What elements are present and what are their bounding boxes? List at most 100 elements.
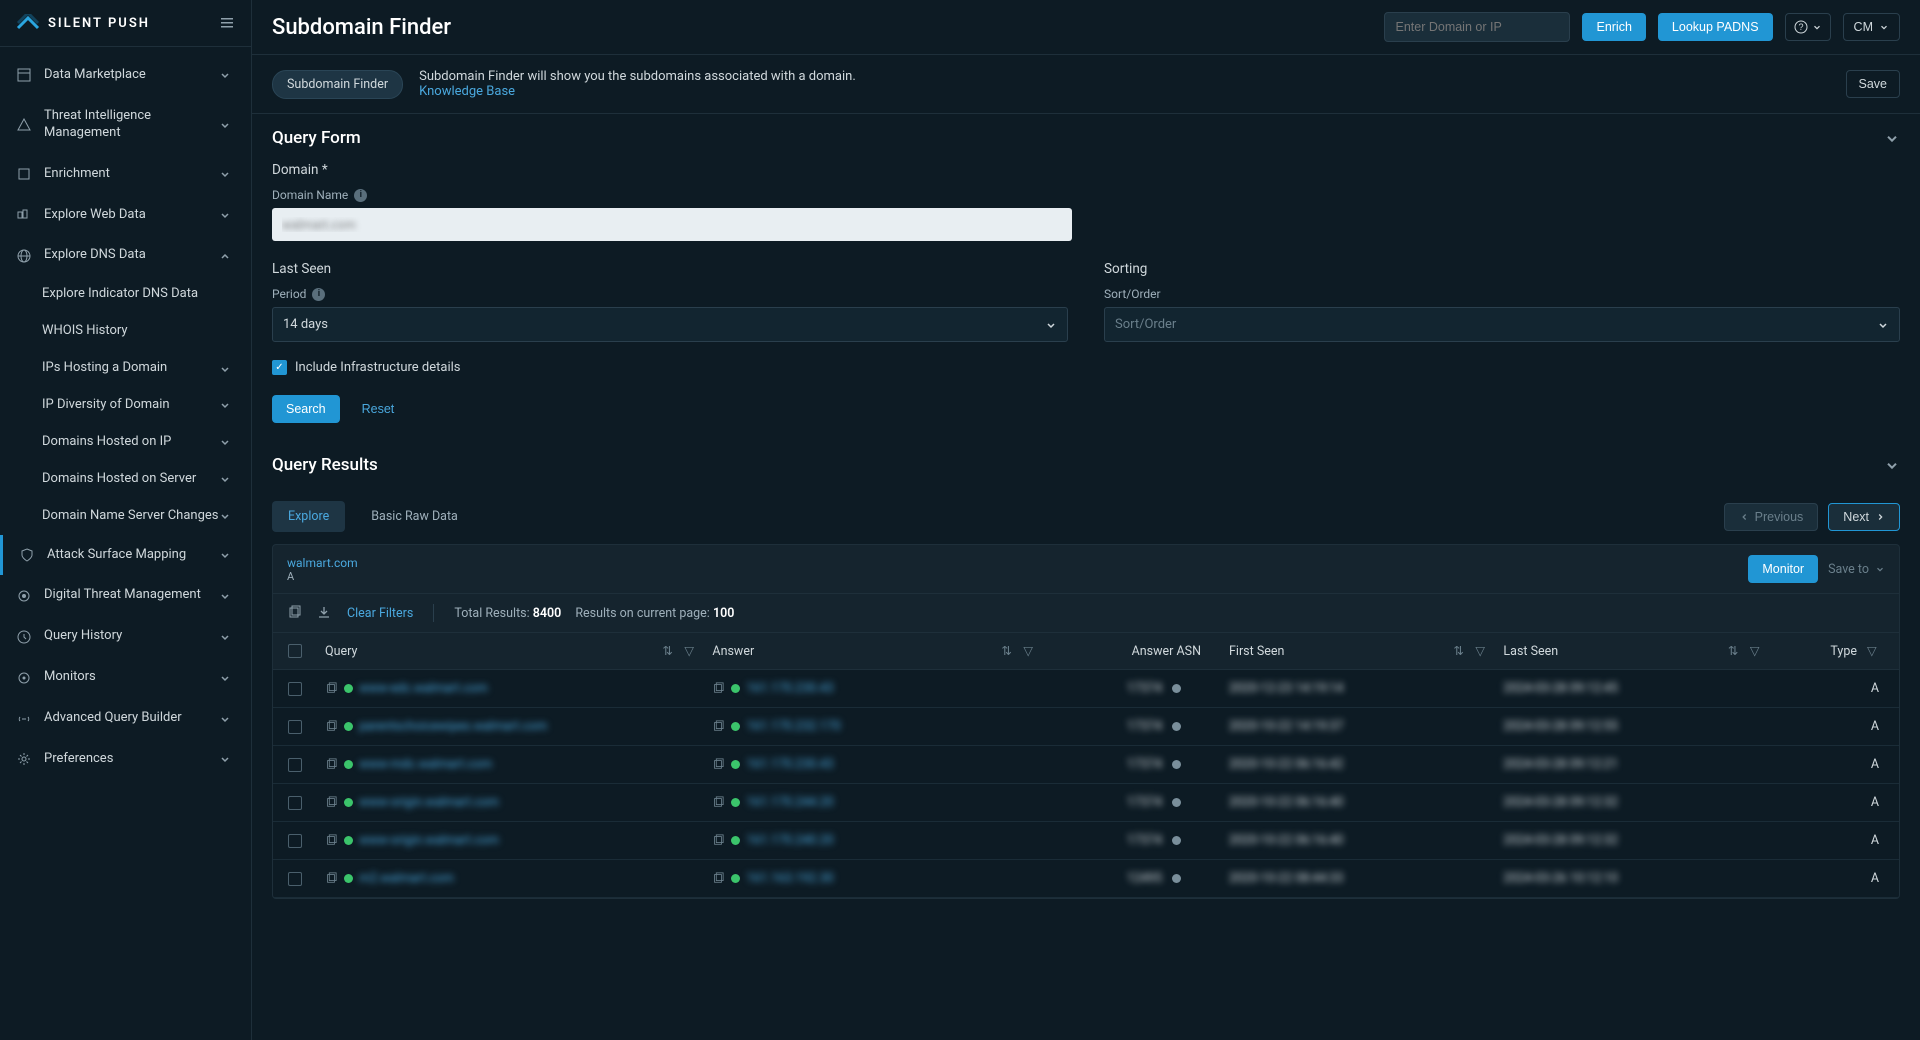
filter-icon[interactable]: ▽ [1475, 643, 1487, 659]
nav-adv-query[interactable]: Advanced Query Builder [0, 698, 251, 739]
nav-sub-whois[interactable]: WHOIS History [0, 313, 251, 350]
chevron-down-icon [219, 590, 235, 602]
query-summary: walmart.com A [287, 556, 358, 583]
save-to-dropdown[interactable]: Save to [1828, 562, 1885, 577]
nav-explore-web[interactable]: Explore Web Data [0, 195, 251, 236]
answer-link[interactable]: 161.170.230.43 [746, 757, 833, 772]
copy-icon[interactable] [325, 872, 338, 885]
filter-icon[interactable]: ▽ [1023, 643, 1035, 659]
copy-icon[interactable] [712, 720, 725, 733]
sort-icon[interactable]: ⇅ [1001, 643, 1013, 659]
asn-info-icon[interactable] [1172, 760, 1181, 769]
asn-info-icon[interactable] [1172, 836, 1181, 845]
query-link[interactable]: parentschoicewipes.walmart.com [359, 719, 547, 734]
filter-icon[interactable]: ▽ [1750, 643, 1762, 659]
nav-explore-dns[interactable]: Explore DNS Data [0, 235, 251, 276]
query-results-header[interactable]: Query Results [252, 441, 1920, 489]
query-link[interactable]: www-mdc.walmart.com [359, 757, 492, 772]
chevron-down-icon [219, 713, 235, 725]
monitor-button[interactable]: Monitor [1748, 555, 1818, 583]
sort-select[interactable]: Sort/Order [1104, 307, 1900, 342]
nav-query-history[interactable]: Query History [0, 616, 251, 657]
enrich-button[interactable]: Enrich [1582, 13, 1645, 41]
next-button[interactable]: Next [1828, 503, 1900, 531]
nav-attack-surface[interactable]: Attack Surface Mapping [0, 535, 251, 576]
select-all-checkbox[interactable] [288, 644, 302, 658]
period-select[interactable]: 14 days [272, 307, 1068, 342]
search-button[interactable]: Search [272, 395, 340, 423]
nav-preferences[interactable]: Preferences [0, 739, 251, 780]
query-link[interactable]: www-origin.walmart.com [359, 795, 499, 810]
filter-icon[interactable]: ▽ [1867, 643, 1879, 659]
query-link[interactable]: www-edc.walmart.com [359, 681, 488, 696]
user-menu[interactable]: CM [1843, 13, 1900, 41]
copy-icon[interactable] [712, 796, 725, 809]
domain-ip-input[interactable] [1384, 12, 1570, 42]
copy-icon[interactable] [287, 605, 303, 621]
copy-icon[interactable] [712, 758, 725, 771]
clear-filters-link[interactable]: Clear Filters [347, 606, 413, 621]
nav-threat-intel[interactable]: Threat Intelligence Management [0, 96, 251, 154]
cell-last-seen: 2024-03-28 09:12:45 [1495, 670, 1769, 707]
asn-info-icon[interactable] [1172, 722, 1181, 731]
nav-enrichment[interactable]: Enrichment [0, 154, 251, 195]
nav-data-marketplace[interactable]: Data Marketplace [0, 55, 251, 96]
tab-basic-raw[interactable]: Basic Raw Data [355, 501, 474, 532]
nav-monitors[interactable]: Monitors [0, 657, 251, 698]
copy-icon[interactable] [325, 834, 338, 847]
row-checkbox[interactable] [288, 796, 302, 810]
copy-icon[interactable] [712, 872, 725, 885]
lookup-padns-button[interactable]: Lookup PADNS [1658, 13, 1773, 41]
save-button[interactable]: Save [1846, 70, 1901, 98]
domain-name-input[interactable] [272, 208, 1072, 241]
copy-icon[interactable] [712, 682, 725, 695]
nav-sub-dns-changes[interactable]: Domain Name Server Changes [0, 498, 251, 535]
nav-sub-indicator-dns[interactable]: Explore Indicator DNS Data [0, 276, 251, 313]
copy-icon[interactable] [712, 834, 725, 847]
sort-icon[interactable]: ⇅ [662, 643, 674, 659]
sort-icon[interactable]: ⇅ [1453, 643, 1465, 659]
help-button[interactable]: ? [1785, 13, 1831, 41]
nav-sub-domains-on-server[interactable]: Domains Hosted on Server [0, 461, 251, 498]
nav-sub-ip-diversity[interactable]: IP Diversity of Domain [0, 387, 251, 424]
row-checkbox[interactable] [288, 872, 302, 886]
answer-link[interactable]: 161.170.244.20 [746, 795, 833, 810]
asn-info-icon[interactable] [1172, 798, 1181, 807]
nav-digital-threat[interactable]: Digital Threat Management [0, 575, 251, 616]
brand-logo[interactable]: SILENT PUSH [16, 14, 150, 32]
sidebar-collapse-icon[interactable] [219, 15, 235, 31]
sort-icon[interactable]: ⇅ [1728, 643, 1740, 659]
copy-icon[interactable] [325, 720, 338, 733]
copy-icon[interactable] [325, 796, 338, 809]
row-checkbox[interactable] [288, 682, 302, 696]
tab-explore[interactable]: Explore [272, 501, 345, 532]
chevron-down-icon [219, 510, 235, 522]
table-row: www-mdc.walmart.com 161.170.230.43 17374… [273, 746, 1899, 784]
asn-info-icon[interactable] [1172, 874, 1181, 883]
nav-sub-ips-hosting[interactable]: IPs Hosting a Domain [0, 350, 251, 387]
info-icon[interactable]: i [312, 288, 325, 301]
query-link[interactable]: m2.walmart.com [359, 871, 454, 886]
knowledge-base-link[interactable]: Knowledge Base [419, 84, 515, 99]
answer-link[interactable]: 161.170.240.20 [746, 833, 833, 848]
include-infra-checkbox[interactable]: ✓ Include Infrastructure details [272, 360, 1900, 375]
row-checkbox[interactable] [288, 720, 302, 734]
answer-link[interactable]: 161.170.232.170 [746, 719, 840, 734]
nav-sub-domains-on-ip[interactable]: Domains Hosted on IP [0, 424, 251, 461]
query-link[interactable]: www-origin.walmart.com [359, 833, 499, 848]
reset-button[interactable]: Reset [352, 395, 405, 423]
info-icon[interactable]: i [354, 189, 367, 202]
filter-icon[interactable]: ▽ [684, 643, 696, 659]
row-checkbox[interactable] [288, 758, 302, 772]
query-form: Domain * Domain Name i Last Seen Period … [252, 162, 1920, 441]
answer-link[interactable]: 161.163.192.30 [746, 871, 833, 886]
copy-icon[interactable] [325, 682, 338, 695]
download-icon[interactable] [317, 605, 333, 621]
query-form-header[interactable]: Query Form [252, 114, 1920, 162]
row-checkbox[interactable] [288, 834, 302, 848]
asn-info-icon[interactable] [1172, 684, 1181, 693]
answer-link[interactable]: 161.170.230.43 [746, 681, 833, 696]
copy-icon[interactable] [325, 758, 338, 771]
cell-type: A [1770, 670, 1899, 707]
previous-button[interactable]: Previous [1724, 503, 1819, 531]
